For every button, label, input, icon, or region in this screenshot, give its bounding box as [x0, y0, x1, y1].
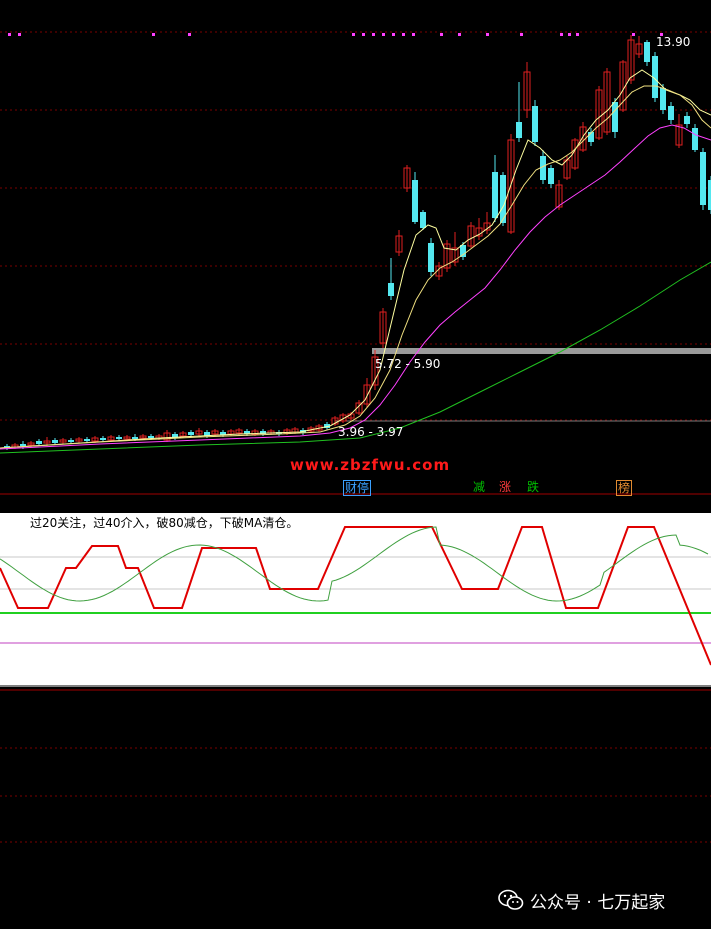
- top-marker: [372, 33, 375, 36]
- candle-body-down: [420, 212, 426, 228]
- candle-body-down: [692, 128, 698, 150]
- candle-body-down: [668, 106, 674, 120]
- band-lower-label: 3.96 - 3.97: [338, 425, 404, 439]
- candle-body-down: [100, 438, 106, 440]
- candle-body-down: [412, 180, 418, 222]
- top-marker: [8, 33, 11, 36]
- event-tag-bang[interactable]: 榜: [616, 480, 633, 496]
- top-marker: [486, 33, 489, 36]
- chart-window: 13.90 5.72 - 5.90 3.96 - 3.97 www.zbzfwu…: [0, 0, 711, 929]
- candle-body-down: [700, 152, 706, 205]
- top-marker: [520, 33, 523, 36]
- candle-body-down: [148, 436, 154, 438]
- candle-body-down: [132, 437, 138, 439]
- top-marker: [402, 33, 405, 36]
- top-marker: [576, 33, 579, 36]
- top-marker: [152, 33, 155, 36]
- candle-body-down: [612, 102, 618, 132]
- candle-body-down: [428, 243, 434, 272]
- indicator-chart: [0, 526, 711, 687]
- candle-body-down: [644, 42, 650, 62]
- band-upper-label: 5.72 - 5.90: [375, 357, 441, 371]
- candle-body-down: [116, 437, 122, 439]
- event-tag-die[interactable]: 跌: [526, 480, 540, 494]
- candle-body-down: [516, 122, 522, 138]
- top-marker: [188, 33, 191, 36]
- candle-body-down: [532, 106, 538, 142]
- top-marker: [412, 33, 415, 36]
- top-marker: [382, 33, 385, 36]
- indicator-panel: 过20关注，过40介入，破80减仓，下破MA清仓。: [0, 513, 711, 687]
- wechat-icon: [498, 889, 524, 910]
- candle-body-down: [84, 439, 90, 441]
- candle-body-down: [36, 441, 42, 444]
- top-marker: [18, 33, 21, 36]
- indicator-green-line: [0, 526, 709, 602]
- wechat-account: 公众号 · 七万起家: [530, 893, 666, 913]
- ma-mid-line: [0, 124, 711, 450]
- top-marker: [352, 33, 355, 36]
- candle-body-down: [20, 444, 26, 446]
- top-marker: [568, 33, 571, 36]
- candle-body-down: [492, 172, 498, 218]
- event-tag-zhang[interactable]: 涨: [498, 480, 512, 494]
- top-marker: [632, 33, 635, 36]
- candle-body-down: [684, 116, 690, 124]
- candle-body-down: [188, 432, 194, 435]
- top-marker: [440, 33, 443, 36]
- candle-body-down: [660, 88, 666, 110]
- candle-body-down: [548, 168, 554, 184]
- top-marker: [362, 33, 365, 36]
- price-band-bar: [372, 348, 711, 354]
- top-marker: [560, 33, 563, 36]
- candle-body-down: [388, 283, 394, 296]
- high-price-label: 13.90: [656, 35, 691, 49]
- top-marker: [458, 33, 461, 36]
- indicator-red-line: [0, 526, 711, 666]
- event-tag-caiting[interactable]: 财停: [343, 480, 372, 496]
- candle-body-down: [52, 440, 58, 443]
- event-tag-jian[interactable]: 减: [472, 480, 486, 494]
- watermark: www.zbzfwu.com: [290, 456, 451, 474]
- ma-short2-line: [0, 85, 711, 449]
- top-marker: [392, 33, 395, 36]
- candle-body-down: [68, 440, 74, 442]
